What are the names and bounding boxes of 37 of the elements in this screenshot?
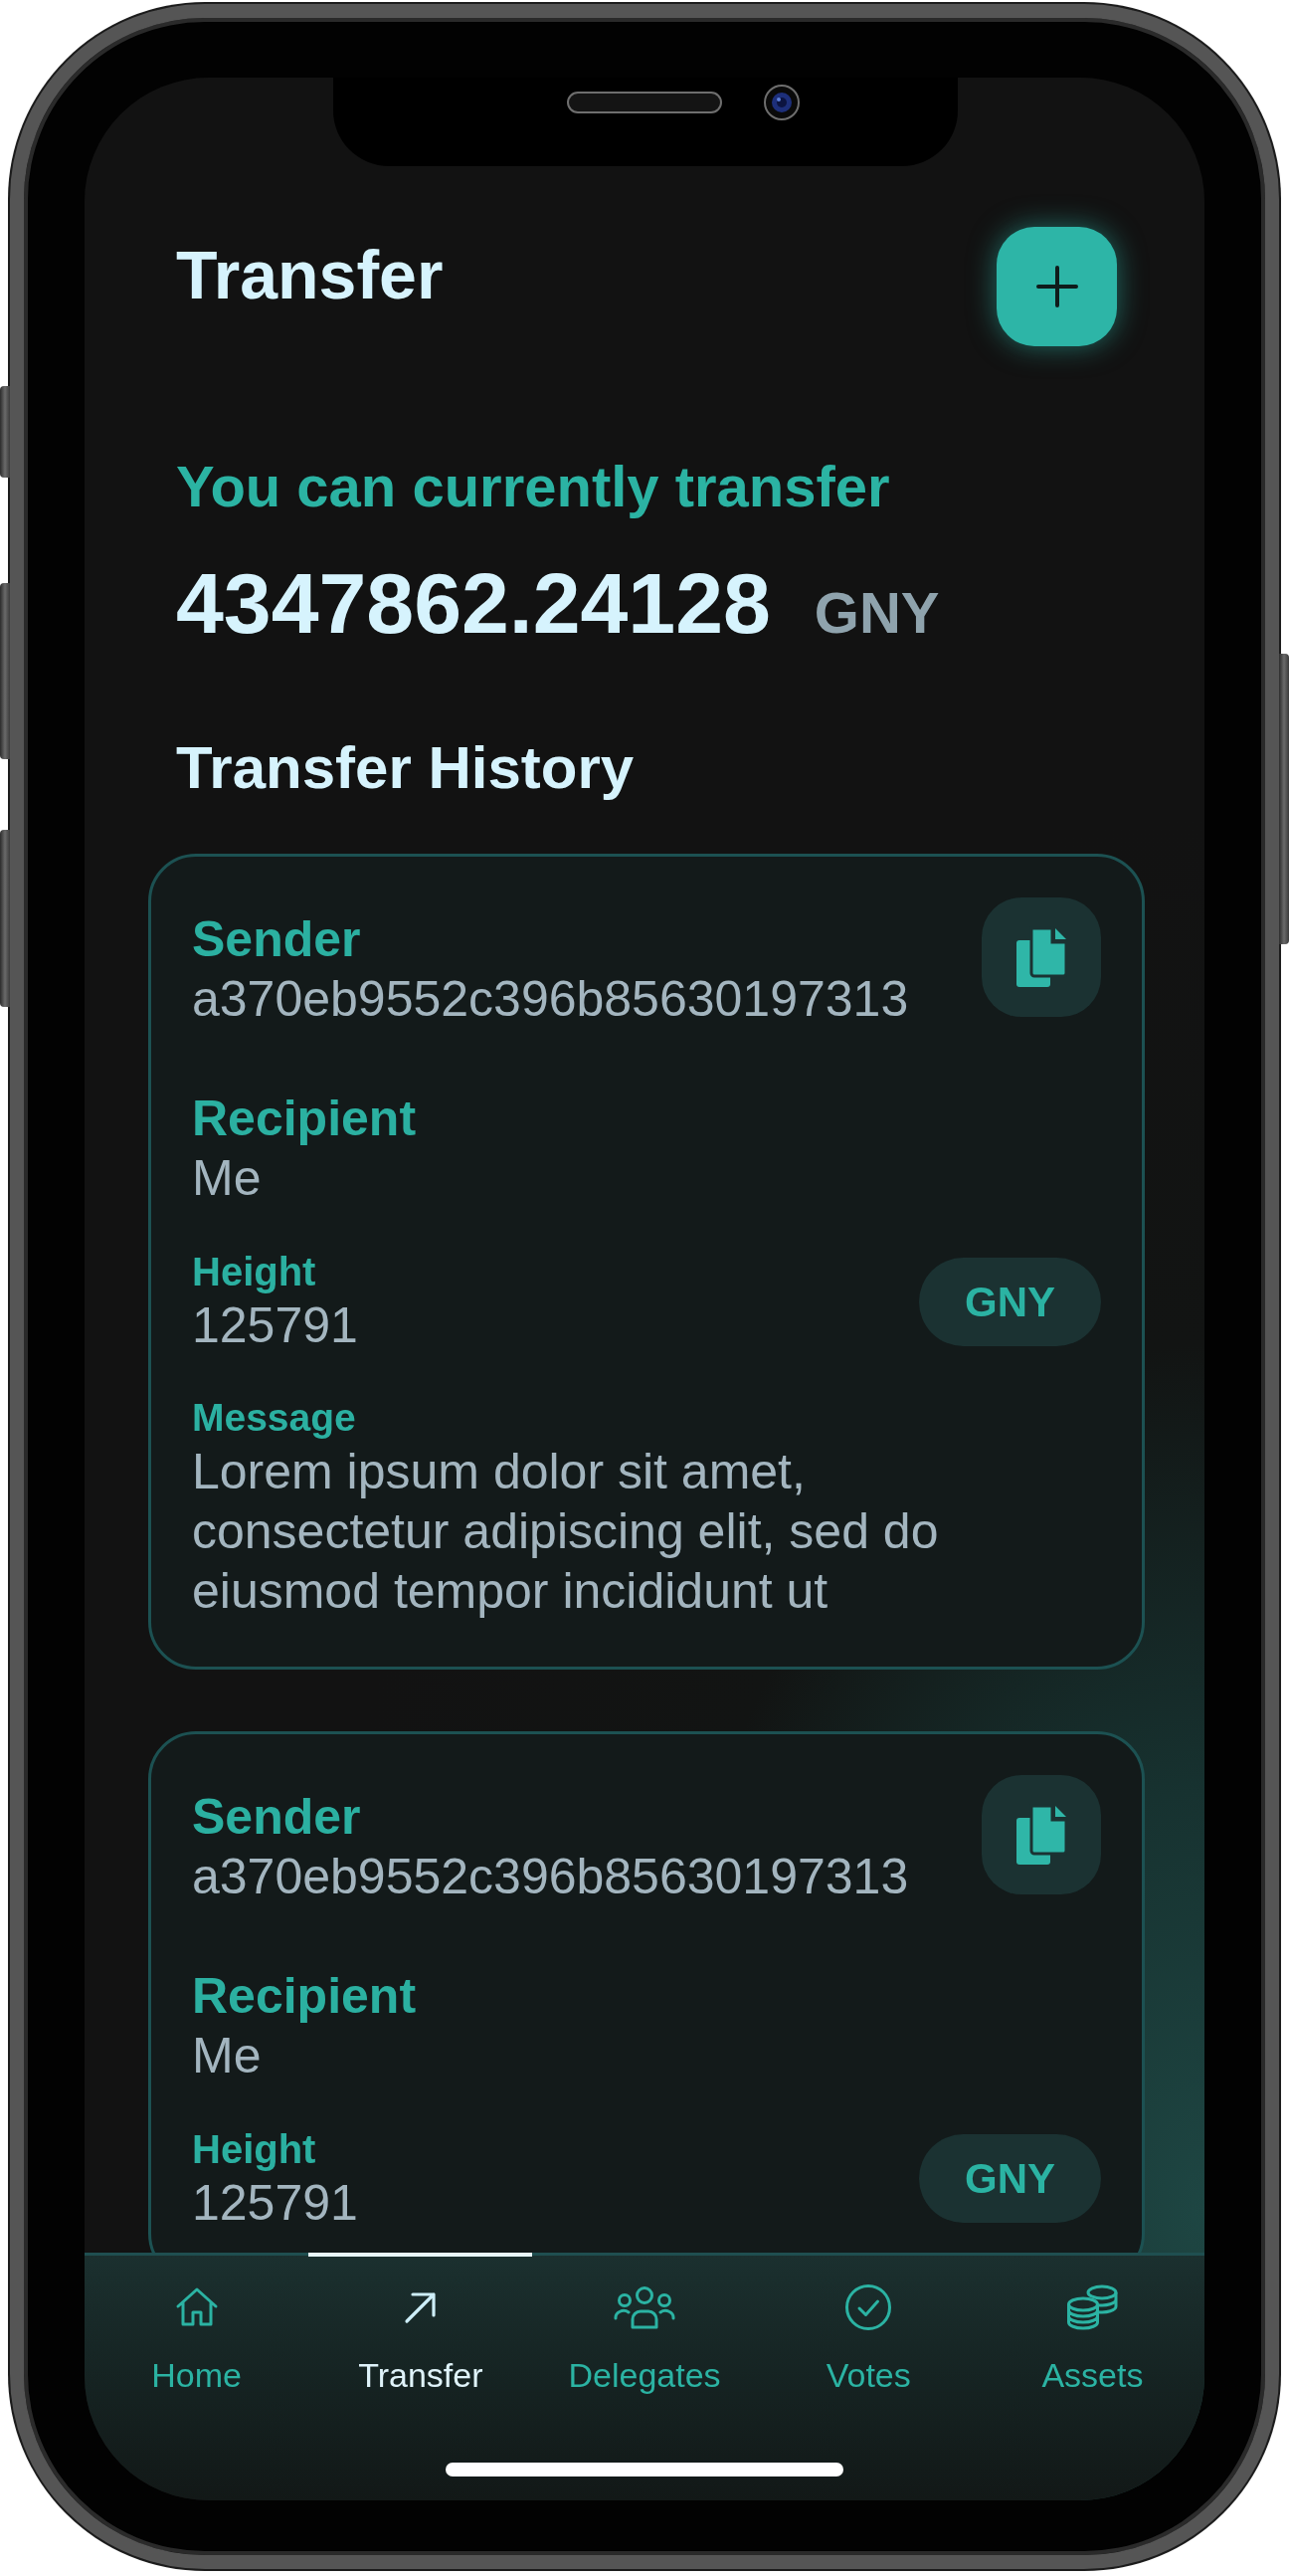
token-badge: GNY [919,2134,1101,2224]
page-title: Transfer [176,236,444,314]
copy-icon [1015,926,1067,989]
copy-button[interactable] [982,1775,1101,1894]
people-icon [614,2284,675,2330]
field-label: Height [192,1249,317,1296]
check-circle-icon [844,2283,893,2331]
balance-caption: You can currently transfer [176,453,891,520]
field-label: Height [192,2126,317,2173]
currency-unit: GNY [814,580,940,645]
speaker-slot-icon [567,92,722,113]
tab[interactable]: Assets [980,2253,1204,2396]
field-label: Recipient [192,1967,418,2026]
balance-amount: 4347862.24128 [176,555,771,651]
copy-button[interactable] [982,897,1101,1018]
token-badge: GNY [919,1257,1101,1346]
field-value: a370eb9552c396b85630197313 [192,970,909,1030]
message-text: Lorem ipsum dolor sit amet, consectetur adipiscing elit, sed do eiusmod tempor incididunt ut [192,1443,940,1621]
tab[interactable]: Votes [756,2253,981,2396]
field-label: Sender [192,910,362,970]
field-label: Message [192,1395,357,1442]
field-label: Sender [192,1788,362,1847]
field-value: a370eb9552c396b85630197313 [192,1848,909,1906]
add-button[interactable] [997,227,1117,346]
field-value: 125791 [192,2174,358,2233]
tab[interactable]: Transfer [308,2253,533,2396]
field-value: Me [192,1149,263,1209]
camera-icon [764,85,800,120]
section-title: Transfer History [176,733,636,804]
field-value: 125791 [192,1296,358,1356]
field-value: Me [192,2027,263,2085]
tab[interactable]: Home [85,2253,309,2396]
tab[interactable]: Delegates [532,2253,757,2396]
field-label: Recipient [192,1090,418,1149]
copy-icon [1015,1804,1067,1866]
plus-icon [1034,265,1079,308]
coins-icon [1066,2284,1119,2330]
